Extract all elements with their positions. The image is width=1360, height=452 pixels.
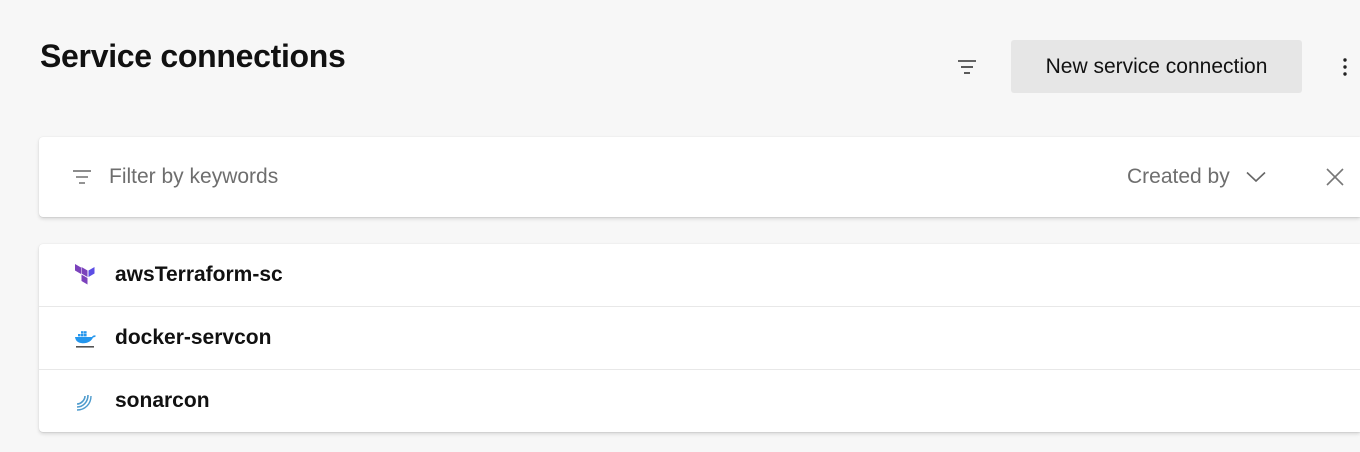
connection-name: sonarcon [115, 389, 210, 412]
list-item[interactable]: sonarcon [39, 370, 1360, 432]
more-options-button[interactable] [1330, 46, 1360, 88]
close-icon [1326, 168, 1344, 186]
filter-icon [958, 60, 976, 74]
service-connections-page: Service connections New service connecti… [0, 0, 1360, 452]
filter-icon [73, 170, 91, 184]
header-filter-button[interactable] [946, 46, 988, 88]
connection-name: awsTerraform-sc [115, 263, 283, 286]
created-by-dropdown[interactable]: Created by [1127, 159, 1266, 195]
list-item[interactable]: docker-servcon [39, 307, 1360, 370]
chevron-down-icon [1246, 171, 1266, 183]
page-title: Service connections [40, 38, 346, 74]
created-by-label: Created by [1127, 165, 1230, 188]
sonarqube-icon [73, 389, 97, 413]
more-vertical-icon [1343, 58, 1347, 76]
filter-keywords-input[interactable] [109, 159, 809, 195]
new-service-connection-button[interactable]: New service connection [1011, 40, 1302, 93]
filter-bar: Created by [39, 137, 1360, 217]
terraform-icon [73, 263, 97, 287]
service-connections-list: awsTerraform-sc docker-servcon sonarcon [39, 244, 1360, 432]
clear-filter-button[interactable] [1323, 165, 1347, 189]
docker-icon [73, 326, 97, 350]
list-item[interactable]: awsTerraform-sc [39, 244, 1360, 307]
connection-name: docker-servcon [115, 326, 272, 349]
